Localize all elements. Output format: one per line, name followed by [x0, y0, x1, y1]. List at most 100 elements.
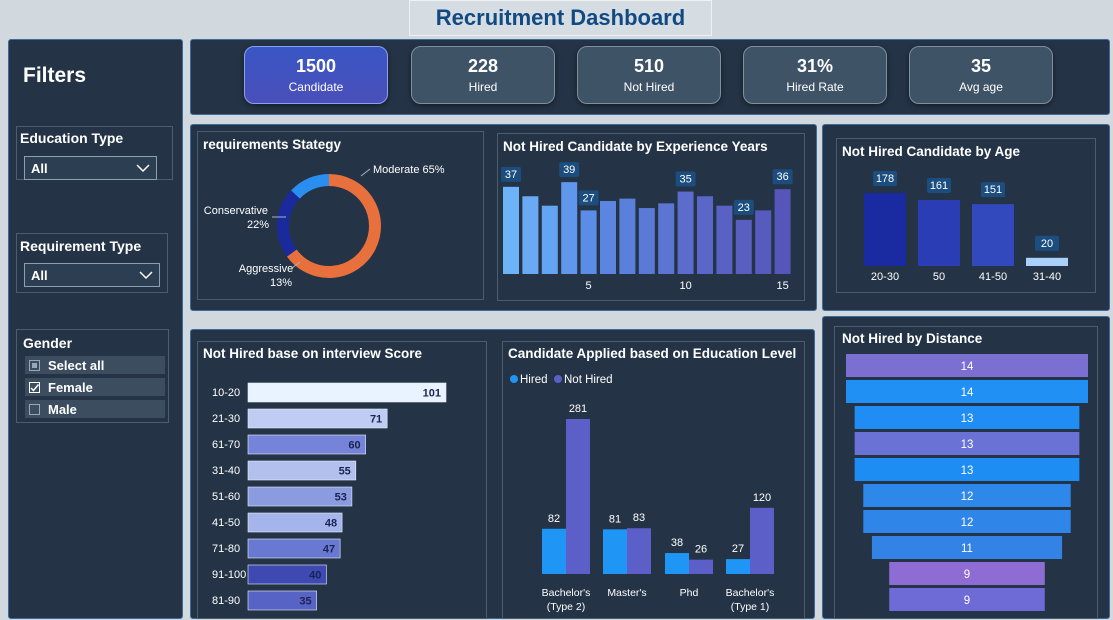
age-data-label: 151 — [984, 184, 1002, 196]
interview-data-label: 53 — [335, 492, 347, 504]
experience-bar-chart: 37 39 27 35 23 36 5 10 15 — [501, 162, 793, 292]
chevron-down-icon — [136, 164, 150, 172]
kpi-value: 31% — [796, 56, 834, 76]
education-category-label: Phd — [680, 587, 699, 599]
filters-heading: Filters — [23, 64, 87, 87]
interview-data-label: 40 — [309, 570, 321, 582]
experience-bar — [619, 198, 636, 274]
distance-data-label: 13 — [961, 413, 974, 425]
gender-option-male[interactable]: Male — [25, 400, 165, 418]
interview-category-label: 31-40 — [212, 465, 240, 477]
interview-data-label: 47 — [323, 544, 335, 556]
age-category-label: 31-40 — [1033, 271, 1061, 283]
kpi-card-hired-rate[interactable]: 31% Hired Rate — [743, 46, 887, 104]
requirement-type-value: All — [31, 267, 48, 283]
education-type-dropdown[interactable]: All — [24, 156, 157, 180]
experience-bar — [755, 210, 772, 274]
kpi-card-candidate[interactable]: 1500 Candidate — [244, 46, 388, 104]
strategy-donut-chart: Moderate 65% Conservative 22% Aggressive 13% — [204, 164, 445, 289]
education-bar-chart: Hired Not Hired 82 281 Bachelor's (Type 2) 81 8… — [510, 374, 775, 613]
experience-bar — [561, 182, 578, 274]
interview-chart-card[interactable]: Not Hired base on interview Score 10-20 1… — [197, 341, 487, 619]
kpi-card-not-hired[interactable]: 510 Not Hired — [577, 46, 721, 104]
kpi-value: 1500 — [295, 56, 337, 76]
gender-option-female[interactable]: Female — [25, 378, 165, 396]
experience-bar — [697, 196, 713, 274]
experience-data-label: 36 — [776, 171, 788, 183]
requirement-type-dropdown[interactable]: All — [24, 263, 160, 287]
distance-data-label: 9 — [964, 569, 970, 581]
education-chart-card[interactable]: Candidate Applied based on Education Lev… — [502, 341, 805, 619]
kpi-label: Not Hired — [623, 80, 675, 94]
experience-bar — [503, 186, 519, 274]
education-bar-not-hired — [750, 507, 774, 574]
age-chart-card[interactable]: Not Hired Candidate by Age 178 20-30 161 50… — [836, 138, 1096, 293]
interview-data-label: 101 — [423, 388, 441, 400]
education-category-label: Bachelor's — [726, 587, 775, 599]
education-data-label: 38 — [671, 537, 683, 549]
donut-pct-aggressive: 13% — [270, 277, 292, 289]
experience-bar — [716, 205, 733, 274]
kpi-card-hired[interactable]: 228 Hired — [411, 46, 555, 104]
experience-data-label: 35 — [679, 174, 691, 186]
experience-tick-label: 10 — [679, 280, 691, 292]
age-bar — [918, 199, 960, 266]
kpi-label: Avg age — [959, 80, 1003, 94]
gender-option-label: Select all — [48, 357, 105, 373]
distance-data-label: 13 — [961, 439, 974, 451]
age-data-label: 178 — [876, 173, 894, 185]
interview-bar — [247, 408, 388, 429]
kpi-label: Hired Rate — [786, 80, 844, 94]
experience-bar — [677, 191, 694, 274]
education-data-label: 120 — [753, 492, 771, 504]
gender-label: Gender — [23, 335, 73, 351]
dashboard-title: Recruitment Dashboard — [409, 0, 712, 36]
age-data-label: 20 — [1041, 238, 1053, 250]
interview-data-label: 35 — [299, 596, 311, 608]
interview-category-label: 51-60 — [212, 491, 240, 503]
donut-leader-line — [360, 168, 371, 177]
experience-data-label: 37 — [505, 169, 517, 181]
experience-bar — [541, 205, 558, 274]
experience-bar — [600, 200, 616, 274]
distance-data-label: 13 — [961, 465, 974, 477]
experience-data-label: 23 — [738, 202, 750, 214]
donut-slice-aggressive — [291, 174, 330, 199]
distance-data-label: 12 — [961, 491, 974, 503]
gender-option-select-all[interactable]: Select all — [25, 356, 165, 374]
education-bar-hired — [542, 528, 566, 574]
interview-category-label: 41-50 — [212, 517, 240, 529]
age-bar — [972, 204, 1014, 266]
interview-data-label: 60 — [348, 440, 360, 452]
donut-slice-conservative — [277, 190, 301, 257]
gender-option-label: Male — [48, 401, 77, 417]
education-bar-hired — [603, 529, 627, 574]
kpi-label: Candidate — [288, 80, 344, 94]
gender-option-label: Female — [48, 379, 93, 395]
experience-chart-card[interactable]: Not Hired Candidate by Experience Years … — [497, 133, 805, 301]
education-category-label: (Type 2) — [547, 601, 586, 613]
kpi-value: 228 — [467, 56, 499, 76]
age-bar-chart: 178 20-30 161 50 151 41-50 20 31-40 — [864, 171, 1068, 283]
checkbox-checked-icon — [29, 381, 40, 393]
checkbox-empty-icon — [29, 403, 40, 415]
checkbox-partial-icon — [29, 359, 40, 371]
legend-not-hired-swatch — [554, 375, 562, 383]
interview-category-label: 71-80 — [212, 543, 240, 555]
strategy-chart-card[interactable]: requirements Stategy Moderate 65% Conserv… — [197, 131, 484, 300]
education-data-label: 27 — [732, 543, 744, 555]
filters-panel: Filters Education Type All Requirement T… — [8, 39, 183, 619]
chevron-down-icon — [139, 271, 153, 279]
interview-category-label: 91-100 — [212, 569, 246, 581]
requirement-type-label: Requirement Type — [20, 238, 142, 254]
age-category-label: 50 — [933, 271, 945, 283]
experience-bar — [735, 219, 752, 274]
distance-chart-card[interactable]: Not Hired by Distance 14 14 13 13 13 12 12 11 9 9 — [834, 326, 1098, 619]
age-bar — [864, 193, 906, 266]
experience-bar — [638, 208, 655, 274]
interview-data-label: 48 — [325, 518, 337, 530]
kpi-card-avg-age[interactable]: 35 Avg age — [909, 46, 1053, 104]
age-data-label: 161 — [930, 180, 948, 192]
education-data-label: 83 — [633, 512, 645, 524]
kpi-value: 510 — [633, 56, 665, 76]
